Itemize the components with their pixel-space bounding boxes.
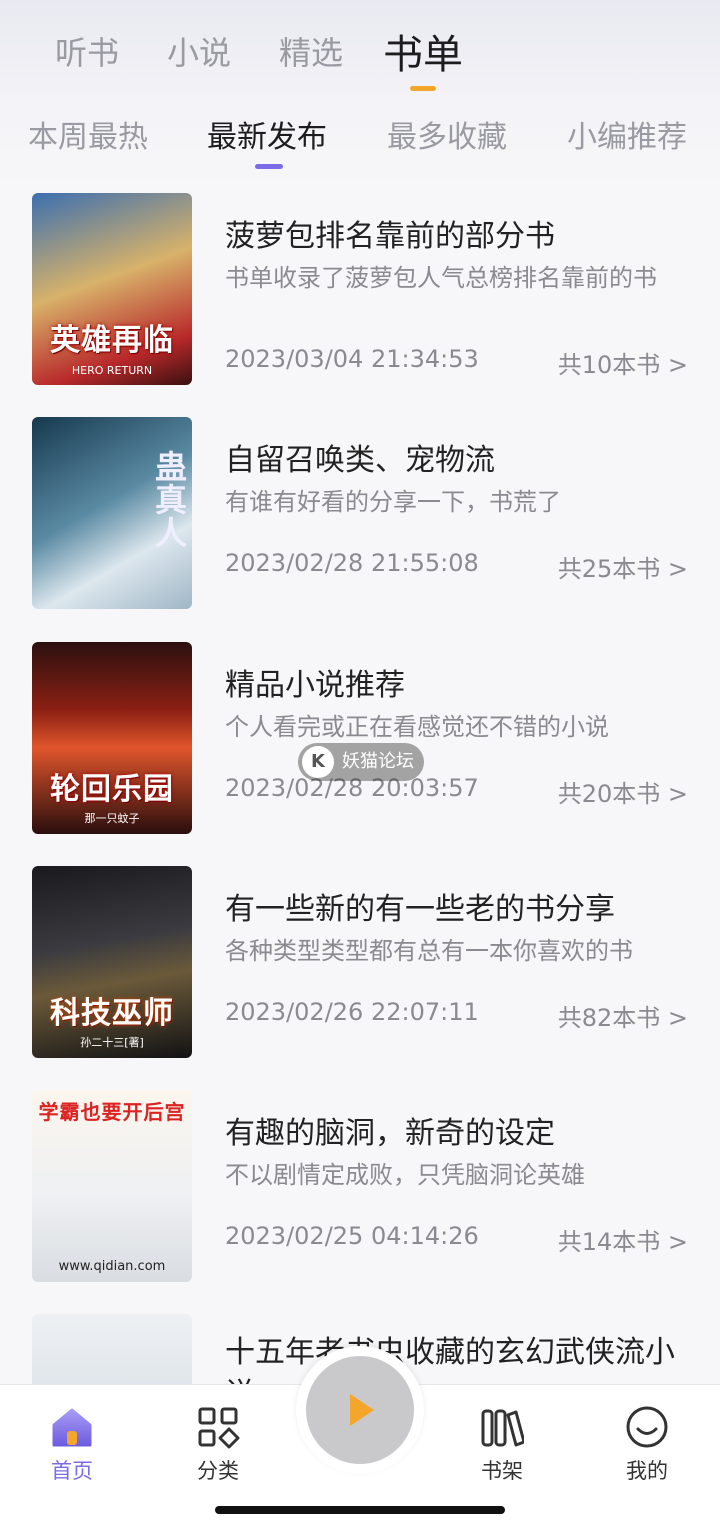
- book-cover: 蛊真人: [32, 417, 192, 609]
- booklist-date: 2023/03/04 21:34:53: [225, 345, 479, 373]
- tab-featured[interactable]: 精选: [279, 28, 343, 74]
- booklist-desc: 不以剧情定成败，只凭脑洞论英雄: [225, 1161, 585, 1189]
- subtab-newest[interactable]: 最新发布: [207, 112, 327, 156]
- nav-home-label: 首页: [51, 1459, 93, 1483]
- player-button-wrap: [296, 1346, 424, 1474]
- book-cover: 英雄再临 HERO RETURN: [32, 193, 192, 385]
- booklist-desc: 个人看完或正在看感觉还不错的小说: [225, 713, 609, 741]
- nav-profile-label: 我的: [626, 1459, 668, 1483]
- cover-subtitle: 那一只蚊子: [84, 812, 140, 825]
- tab-booklist[interactable]: 书单: [383, 22, 463, 80]
- nav-profile[interactable]: 我的: [602, 1405, 692, 1485]
- watermark-logo-icon: K: [302, 746, 334, 778]
- home-indicator: [215, 1506, 505, 1514]
- play-icon: [350, 1394, 374, 1426]
- sub-tabs: 本周最热 最新发布 最多收藏 小编推荐: [0, 112, 720, 172]
- watermark-text: 妖猫论坛: [342, 751, 414, 772]
- booklist-item[interactable]: 科技巫师 孙二十三[著] 有一些新的有一些老的书分享 各种类型类型都有总有一本你…: [0, 866, 720, 1066]
- nav-category-label: 分类: [197, 1459, 239, 1483]
- bookshelf-icon: [480, 1405, 526, 1449]
- cover-title: 蛊真人: [150, 450, 188, 549]
- cover-subtitle: 孙二十三[著]: [80, 1036, 144, 1049]
- booklist-count[interactable]: 共10本书 >: [558, 345, 688, 380]
- booklist-title: 菠萝包排名靠前的部分书: [225, 219, 555, 254]
- booklist-item[interactable]: 英雄再临 HERO RETURN 菠萝包排名靠前的部分书 书单收录了菠萝包人气总…: [0, 193, 720, 393]
- nav-bookshelf[interactable]: 书架: [457, 1405, 547, 1485]
- profile-icon: [625, 1405, 669, 1449]
- booklist-count[interactable]: 共14本书 >: [558, 1222, 688, 1257]
- booklist-date: 2023/02/28 21:55:08: [225, 549, 479, 577]
- main-tab-indicator: [410, 86, 436, 91]
- play-button[interactable]: [306, 1356, 414, 1464]
- subtab-weekly-hot[interactable]: 本周最热: [28, 112, 148, 156]
- booklist-title: 有一些新的有一些老的书分享: [225, 892, 615, 927]
- subtab-editor-pick[interactable]: 小编推荐: [567, 112, 687, 156]
- booklist-item[interactable]: 轮回乐园 那一只蚊子 精品小说推荐 个人看完或正在看感觉还不错的小说 2023/…: [0, 642, 720, 842]
- booklist-count[interactable]: 共82本书 >: [558, 998, 688, 1033]
- booklist-title: 自留召唤类、宠物流: [225, 443, 495, 478]
- top-header: 听书 小说 精选 书单 本周最热 最新发布 最多收藏 小编推荐: [0, 0, 720, 190]
- booklist-date: 2023/02/25 04:14:26: [225, 1222, 479, 1250]
- nav-bookshelf-label: 书架: [481, 1459, 523, 1483]
- cover-title: 英雄再临: [50, 323, 174, 358]
- home-icon: [50, 1405, 94, 1449]
- watermark: K 妖猫论坛: [298, 743, 424, 781]
- booklist-title: 精品小说推荐: [225, 668, 405, 703]
- book-cover: 轮回乐园 那一只蚊子: [32, 642, 192, 834]
- cover-title: 轮回乐园: [50, 772, 174, 807]
- booklist-desc: 有谁有好看的分享一下，书荒了: [225, 488, 561, 516]
- subtab-most-favorited[interactable]: 最多收藏: [387, 112, 507, 156]
- cover-subtitle: HERO RETURN: [71, 364, 153, 377]
- booklist-item[interactable]: 学霸也要开后宫 www.qidian.com 有趣的脑洞，新奇的设定 不以剧情定…: [0, 1090, 720, 1290]
- category-icon: [196, 1405, 240, 1449]
- nav-home[interactable]: 首页: [27, 1405, 117, 1485]
- booklist-item[interactable]: 蛊真人 自留召唤类、宠物流 有谁有好看的分享一下，书荒了 2023/02/28 …: [0, 417, 720, 617]
- booklist-count[interactable]: 共20本书 >: [558, 774, 688, 809]
- sub-tab-indicator: [255, 164, 283, 169]
- booklist-title: 有趣的脑洞，新奇的设定: [225, 1116, 555, 1151]
- booklist-desc: 书单收录了菠萝包人气总榜排名靠前的书: [225, 264, 657, 292]
- booklist-date: 2023/02/26 22:07:11: [225, 998, 479, 1026]
- book-cover: 学霸也要开后宫 www.qidian.com: [32, 1090, 192, 1282]
- cover-title: 学霸也要开后宫: [38, 1100, 186, 1124]
- book-cover: 科技巫师 孙二十三[著]: [32, 866, 192, 1058]
- cover-title: 科技巫师: [50, 996, 174, 1031]
- booklist-desc: 各种类型类型都有总有一本你喜欢的书: [225, 937, 633, 965]
- tab-novel[interactable]: 小说: [167, 28, 231, 74]
- booklist-count[interactable]: 共25本书 >: [558, 549, 688, 584]
- cover-subtitle: www.qidian.com: [58, 1259, 166, 1274]
- tab-listen[interactable]: 听书: [55, 28, 119, 74]
- nav-category[interactable]: 分类: [173, 1405, 263, 1485]
